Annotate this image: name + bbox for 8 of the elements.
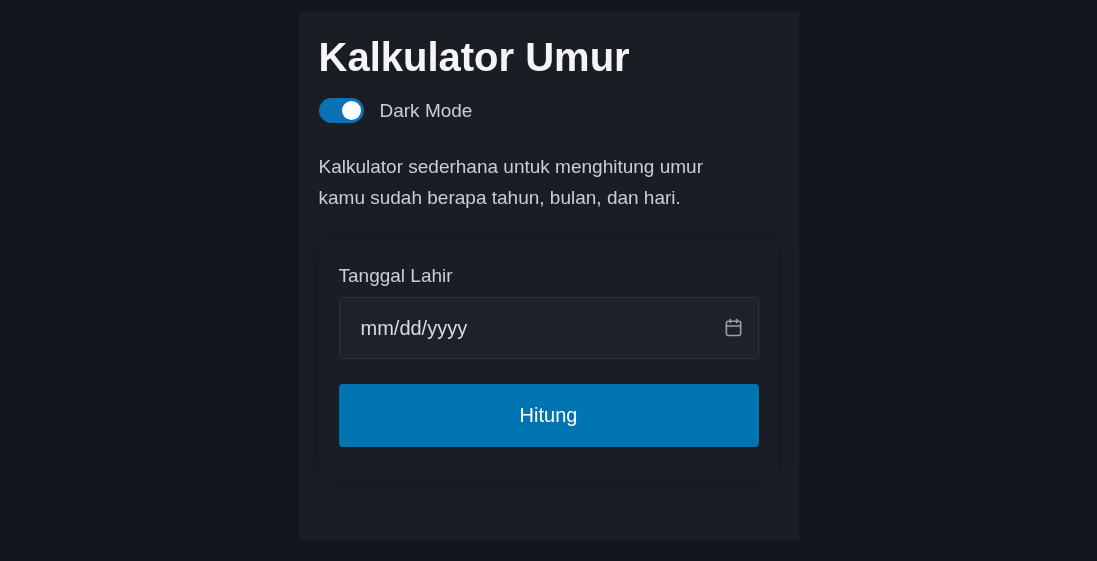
birth-date-label: Tanggal Lahir: [338, 265, 454, 287]
birth-date-field[interactable]: mm/dd/yyyy: [338, 297, 759, 359]
dark-mode-toggle[interactable]: [318, 98, 364, 123]
page-title: Kalkulator Umur: [318, 34, 631, 80]
calculate-button[interactable]: Hitung: [338, 384, 759, 447]
calendar-icon[interactable]: [723, 318, 743, 337]
dark-mode-label: Dark Mode: [379, 99, 473, 122]
description-text: Kalkulator sederhana untuk menghitung umur kamu sudah berapa tahun, bulan, dan hari.: [318, 155, 704, 210]
